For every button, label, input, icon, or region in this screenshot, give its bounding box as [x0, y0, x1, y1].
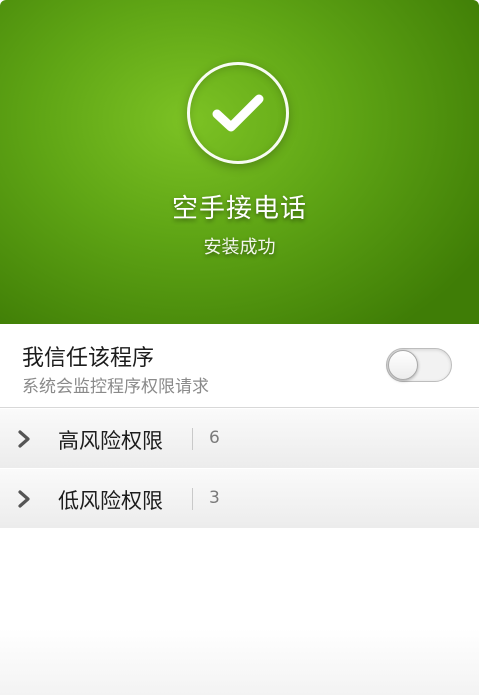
- app-name: 空手接电话: [171, 194, 307, 224]
- install-status: 安装成功: [203, 237, 276, 258]
- toggle-knob: [388, 350, 418, 380]
- install-success-header: 空手接电话 安装成功: [0, 0, 479, 324]
- chevron-right-icon: [18, 490, 30, 508]
- trust-app-subtitle: 系统会监控程序权限请求: [22, 377, 209, 397]
- divider: [192, 488, 193, 510]
- high-risk-permissions-label: 高风险权限: [58, 429, 163, 453]
- divider: [192, 428, 193, 450]
- chevron-right-icon: [18, 430, 30, 448]
- low-risk-permissions-row[interactable]: 低风险权限 3: [0, 468, 479, 529]
- low-risk-permissions-label: 低风险权限: [58, 489, 163, 513]
- empty-content-area: [0, 528, 479, 695]
- trust-app-toggle[interactable]: [386, 348, 452, 382]
- high-risk-permissions-count: 6: [209, 428, 220, 448]
- trust-app-title: 我信任该程序: [22, 346, 155, 371]
- high-risk-permissions-row[interactable]: 高风险权限 6: [0, 408, 479, 469]
- low-risk-permissions-count: 3: [209, 488, 220, 508]
- checkmark-circle-icon: [187, 62, 289, 164]
